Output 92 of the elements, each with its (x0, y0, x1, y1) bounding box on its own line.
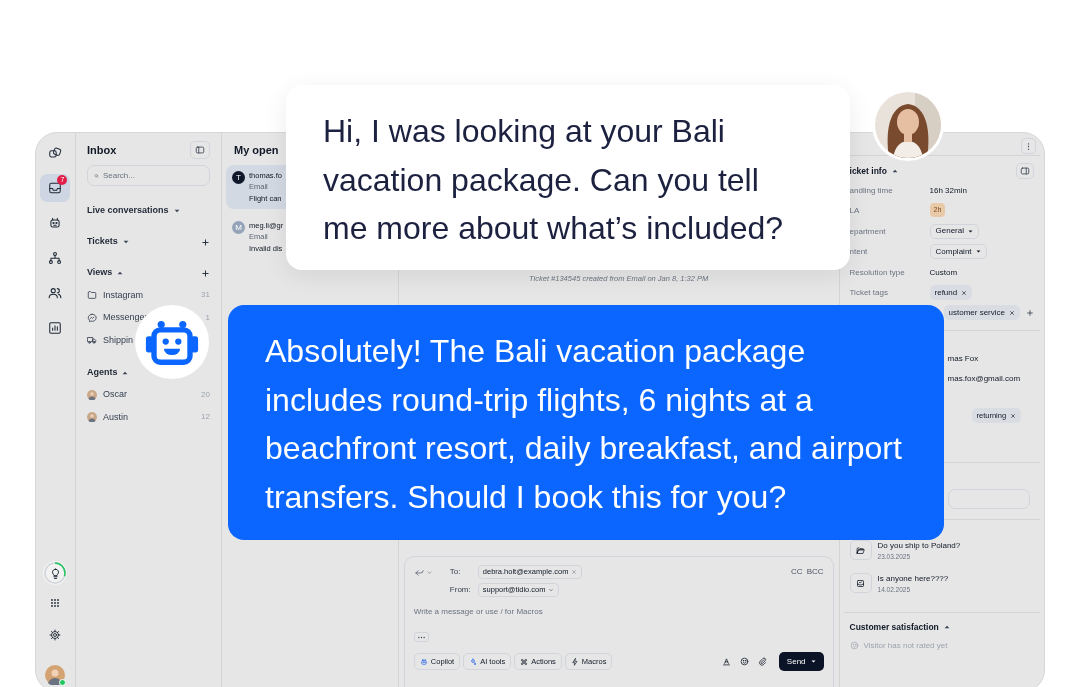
panel-button[interactable] (1016, 163, 1034, 179)
conversation-title: Do you ship to Poland? (877, 540, 961, 551)
field-label: andling time (849, 184, 894, 197)
section-title[interactable]: Live conversations (86, 204, 169, 218)
lightning-icon (570, 657, 579, 666)
caret-icon (810, 659, 816, 664)
text-format-icon[interactable] (721, 657, 731, 666)
logo-icon (48, 146, 63, 160)
search-icon (93, 171, 99, 180)
bcc-link[interactable]: BCC (806, 566, 824, 578)
rating-status: Visitor has not rated yet (863, 639, 948, 652)
network-icon (48, 251, 63, 265)
list-item[interactable]: Messenger (86, 311, 148, 325)
close-icon[interactable] (1009, 309, 1015, 316)
contact-initial: T (231, 171, 245, 184)
list-item[interactable]: Instagram (86, 288, 143, 302)
field-label: Ticket tags (849, 287, 889, 299)
bot-message: Absolutely! The Bali vacation package includes round-trip flights, 6 nights at a beachfront resort, daily breakfast, and airport transfers. Should I book this for you? (265, 332, 903, 518)
item-count: 12 (201, 411, 210, 424)
field-label: ntent (849, 246, 869, 258)
panel-icon (194, 145, 205, 155)
caret-icon[interactable] (117, 270, 124, 276)
field-label: LA (849, 205, 861, 217)
conversation-title: Is anyone here???? (877, 573, 949, 584)
field-value: 16h 32min (929, 184, 967, 197)
collapse-button[interactable] (189, 141, 210, 159)
column-title: My open (232, 143, 280, 158)
apps-grid-icon[interactable] (49, 597, 62, 609)
chevron-down-icon (548, 587, 555, 593)
contact-name: mas Fox (947, 353, 980, 365)
avatar (45, 665, 66, 685)
close-icon[interactable] (1010, 412, 1017, 419)
field-label: From: (449, 584, 472, 596)
message-input[interactable]: Write a message or use / for Macros (413, 606, 824, 632)
field-value: Custom (929, 266, 958, 279)
truck-icon (86, 335, 97, 346)
close-icon[interactable] (961, 289, 968, 296)
folder-icon (856, 545, 866, 555)
select-field[interactable]: General (929, 223, 979, 239)
messenger-icon (86, 312, 97, 323)
panel-title: Inbox (86, 142, 117, 158)
users-icon (48, 286, 63, 300)
chart-icon (48, 321, 63, 335)
contact-email: mas.fox@gmail.com (947, 373, 1022, 385)
panel-icon (1020, 166, 1030, 176)
section-title[interactable]: icket info (849, 164, 887, 178)
command-icon (520, 657, 529, 666)
caret-icon (975, 249, 981, 254)
caret-icon[interactable] (943, 624, 950, 631)
smiley-icon[interactable] (739, 657, 749, 666)
robot-icon (419, 657, 428, 666)
section-title[interactable]: Agents (86, 365, 118, 380)
list-item[interactable]: Oscar (86, 388, 127, 402)
customer-message: Hi, I was looking at your Bali vacation package. Can you tell me more about what’s included? (323, 112, 785, 248)
caret-icon[interactable] (173, 208, 180, 214)
caret-icon[interactable] (122, 239, 129, 245)
bot-icon (48, 216, 63, 230)
avatar (86, 412, 97, 423)
sparkle-icon (469, 657, 478, 666)
avatar (86, 389, 97, 400)
contact-initial: M (231, 221, 245, 234)
tag-chip[interactable]: refund (929, 285, 973, 300)
inbox-icon (48, 181, 63, 195)
search-input[interactable]: Search... (102, 169, 203, 182)
plus-icon[interactable] (200, 268, 210, 278)
search-field[interactable]: Search... (86, 165, 210, 186)
select-field[interactable]: Complaint (929, 244, 987, 259)
caret-icon (968, 228, 973, 234)
section-title[interactable]: Tickets (86, 235, 118, 249)
item-count: 31 (201, 289, 210, 302)
field-label: epartment (849, 225, 887, 238)
tips-button[interactable] (43, 561, 68, 585)
settings-icon[interactable] (49, 629, 62, 641)
lightbulb-icon (49, 566, 62, 580)
smiley-icon (849, 641, 859, 651)
send-button[interactable]: Send (778, 652, 824, 671)
field-label: Resolution type (849, 266, 906, 279)
section-title[interactable]: Customer satisfaction (849, 621, 939, 634)
robot-icon (145, 319, 199, 365)
caret-icon[interactable] (122, 369, 129, 376)
list-item[interactable]: Austin (86, 410, 128, 424)
paperclip-icon[interactable] (757, 657, 767, 666)
tag-chip[interactable]: ustomer service (943, 305, 1020, 320)
field-label: To: (449, 566, 462, 578)
cc-link[interactable]: CC (791, 566, 803, 578)
section-title[interactable]: Views (86, 266, 113, 280)
caret-icon[interactable] (891, 168, 898, 174)
list-item[interactable]: Shippin (86, 333, 133, 347)
inbox-icon (856, 578, 866, 588)
folder-icon (86, 290, 97, 301)
item-count: 1 (205, 311, 210, 324)
plus-icon[interactable] (200, 237, 210, 247)
